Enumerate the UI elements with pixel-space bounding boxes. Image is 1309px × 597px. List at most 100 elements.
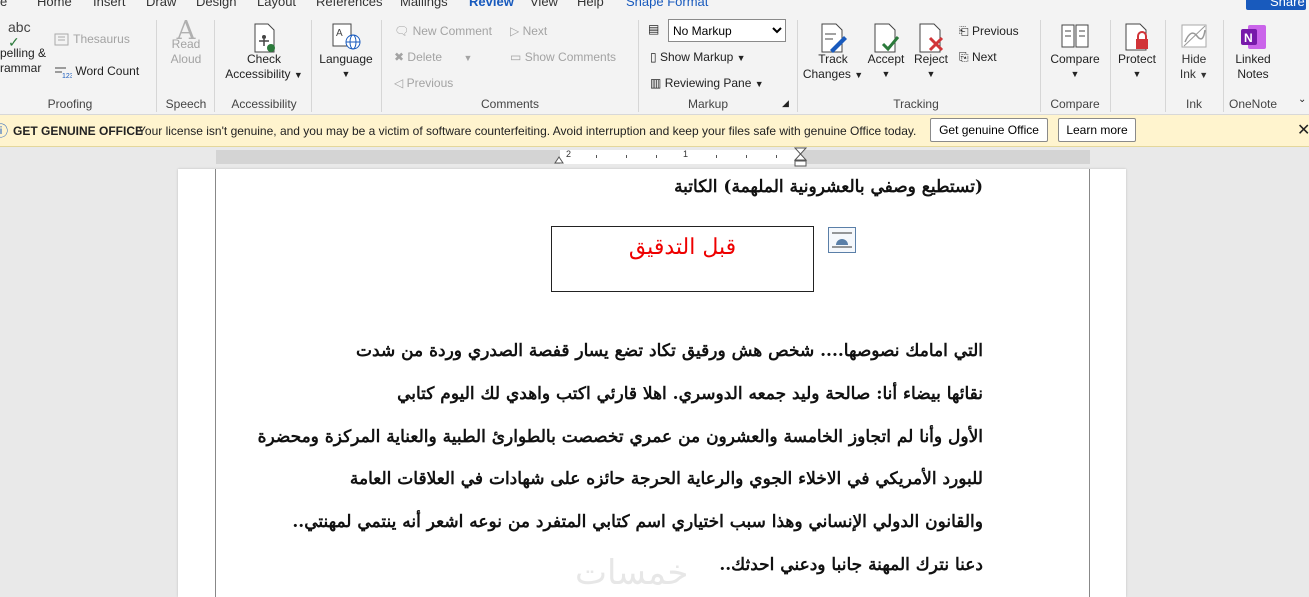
protect-lock-icon: [1125, 23, 1148, 51]
previous-comment-button[interactable]: ◁ Previous: [394, 76, 453, 90]
show-comments-label: Show Comments: [524, 50, 617, 64]
indent-marker-icon[interactable]: [794, 147, 808, 169]
chevron-down-icon: ▼: [754, 79, 764, 89]
tab-review[interactable]: Review: [469, 0, 514, 9]
track-label: Track: [818, 52, 848, 66]
chevron-down-icon: ▼: [1132, 69, 1142, 79]
spelling-grammar-button[interactable]: abc ✓ pelling & rammar: [0, 20, 46, 76]
ribbon-collapse-chevron-icon[interactable]: ⌄: [1298, 94, 1306, 105]
reject-button[interactable]: Reject ▼: [910, 22, 952, 82]
text-box[interactable]: قبل التدقيق: [551, 226, 814, 292]
tab-insert[interactable]: Insert: [93, 0, 126, 9]
tab-help[interactable]: Help: [577, 0, 604, 9]
doc-line-author[interactable]: (تستطيع وصفي بالعشرونية الملهمة) الكاتبة: [674, 177, 983, 197]
linked-notes-button[interactable]: N Linked Notes: [1228, 22, 1278, 82]
banner-message: Your license isn't genuine, and you may …: [138, 124, 917, 138]
tab-design[interactable]: Design: [196, 0, 236, 9]
previous-change-button[interactable]: ⎗ Previous: [959, 24, 1019, 39]
reviewing-pane-button[interactable]: ▥ Reviewing Pane ▼: [650, 76, 764, 90]
previous-change-icon: ⎗: [959, 24, 969, 38]
markup-dialog-launcher-icon[interactable]: ◢: [782, 98, 789, 109]
chevron-down-icon: ▼: [1070, 69, 1080, 79]
doc-paragraph-line[interactable]: التي امامك نصوصها.... شخص هش ورقيق تكاد …: [356, 341, 983, 361]
layout-options-icon[interactable]: [828, 227, 856, 253]
watermark-logo: خمسات: [575, 553, 689, 593]
chevron-down-icon: ▼: [1199, 70, 1209, 80]
markup-group-label: Markup: [687, 97, 728, 111]
language-label: Language: [319, 52, 373, 66]
comments-group-label: Comments: [480, 97, 539, 111]
tab-layout[interactable]: Layout: [257, 0, 296, 9]
tab-file[interactable]: e: [0, 0, 7, 9]
accept-button[interactable]: Accept ▼: [864, 22, 908, 82]
doc-paragraph-line[interactable]: دعنا نترك المهنة جانبا ودعني احدثك..: [719, 555, 983, 575]
close-icon[interactable]: ✕: [1297, 120, 1309, 140]
compare-documents-icon: [1061, 24, 1089, 48]
display-for-review-select[interactable]: No Markup: [668, 19, 786, 42]
tab-shape-format[interactable]: Shape Format: [626, 0, 708, 9]
ruler-tick: [776, 155, 777, 158]
learn-more-button[interactable]: Learn more: [1058, 118, 1136, 142]
new-comment-label: New Comment: [412, 24, 492, 38]
next-change-button[interactable]: ⎘ Next: [959, 50, 997, 65]
show-comments-icon: ▭: [510, 50, 522, 64]
doc-paragraph-line[interactable]: نقائها بيضاء أنا: صالحة وليد جمعه الدوسر…: [397, 384, 983, 404]
share-button[interactable]: Share: [1246, 0, 1306, 10]
separator: [797, 20, 798, 112]
thesaurus-button[interactable]: Thesaurus: [54, 32, 130, 47]
new-comment-button[interactable]: 🗨 New Comment: [394, 24, 492, 38]
delete-comment-button[interactable]: ✖ Delete ▼: [394, 50, 472, 64]
horizontal-ruler[interactable]: 2 1: [216, 147, 1090, 167]
track-changes-button[interactable]: Track Changes ▼: [802, 22, 864, 83]
separator: [1110, 20, 1111, 112]
show-markup-icon: ▯: [650, 50, 657, 64]
chevron-down-icon: ▼: [926, 69, 936, 79]
linked-label: Linked: [1235, 52, 1271, 66]
check-label: Check: [246, 52, 281, 66]
svg-text:123: 123: [62, 73, 72, 79]
language-button[interactable]: A Language ▼: [317, 22, 375, 82]
margin-line-right: [1089, 169, 1090, 597]
margin-line-left: [215, 169, 216, 597]
show-markup-button[interactable]: ▯ Show Markup ▼: [650, 50, 746, 64]
speech-group-label: Speech: [165, 97, 207, 111]
compare-group-label: Compare: [1050, 97, 1100, 111]
accessibility-check-icon: [254, 23, 275, 53]
thesaurus-label: Thesaurus: [73, 32, 130, 46]
hide-ink-button[interactable]: Hide Ink ▼: [1170, 22, 1218, 83]
next-comment-button[interactable]: ▷ Next: [510, 24, 547, 38]
separator: [156, 20, 157, 112]
next-comment-label: Next: [522, 24, 548, 38]
ruler-tick: [626, 155, 627, 158]
document-page[interactable]: (تستطيع وصفي بالعشرونية الملهمة) الكاتبة…: [178, 169, 1126, 597]
grammar-label: rammar: [0, 61, 42, 75]
get-genuine-office-button[interactable]: Get genuine Office: [930, 118, 1048, 142]
check-accessibility-button[interactable]: Check Accessibility ▼: [222, 22, 306, 83]
onenote-icon: N: [1241, 25, 1266, 49]
tracking-group-label: Tracking: [893, 97, 939, 111]
tab-view[interactable]: View: [530, 0, 558, 9]
protect-button[interactable]: Protect ▼: [1114, 22, 1160, 82]
ribbon: abc ✓ pelling & rammar Thesaurus 123 Word…: [0, 10, 1309, 115]
compare-button[interactable]: Compare ▼: [1046, 22, 1104, 82]
tab-home[interactable]: Home: [37, 0, 72, 9]
doc-paragraph-line[interactable]: الأول وأنا لم اتجاوز الخامسة والعشرون من…: [258, 427, 983, 447]
tab-draw[interactable]: Draw: [146, 0, 176, 9]
reject-label: Reject: [913, 52, 948, 66]
notes-label: Notes: [1237, 67, 1269, 81]
thesaurus-icon: [54, 33, 69, 46]
doc-paragraph-line[interactable]: للبورد الأمريكي في الاخلاء الجوي والرعاي…: [350, 469, 983, 489]
show-comments-button[interactable]: ▭ Show Comments: [510, 50, 616, 64]
left-indent-marker-icon[interactable]: [554, 154, 564, 164]
chevron-down-icon: ▼: [736, 53, 746, 63]
tab-references[interactable]: References: [316, 0, 382, 9]
separator: [1223, 20, 1224, 112]
read-aloud-button[interactable]: A Read Aloud: [166, 18, 206, 67]
accept-label: Accept: [867, 52, 905, 66]
separator: [381, 20, 382, 112]
separator: [214, 20, 215, 112]
tab-mailings[interactable]: Mailings: [400, 0, 448, 9]
word-count-button[interactable]: 123 Word Count: [54, 64, 139, 79]
doc-paragraph-line[interactable]: والقانون الدولي الإنساني وهذا سبب اختيار…: [292, 512, 983, 532]
show-markup-label: Show Markup: [659, 50, 734, 64]
